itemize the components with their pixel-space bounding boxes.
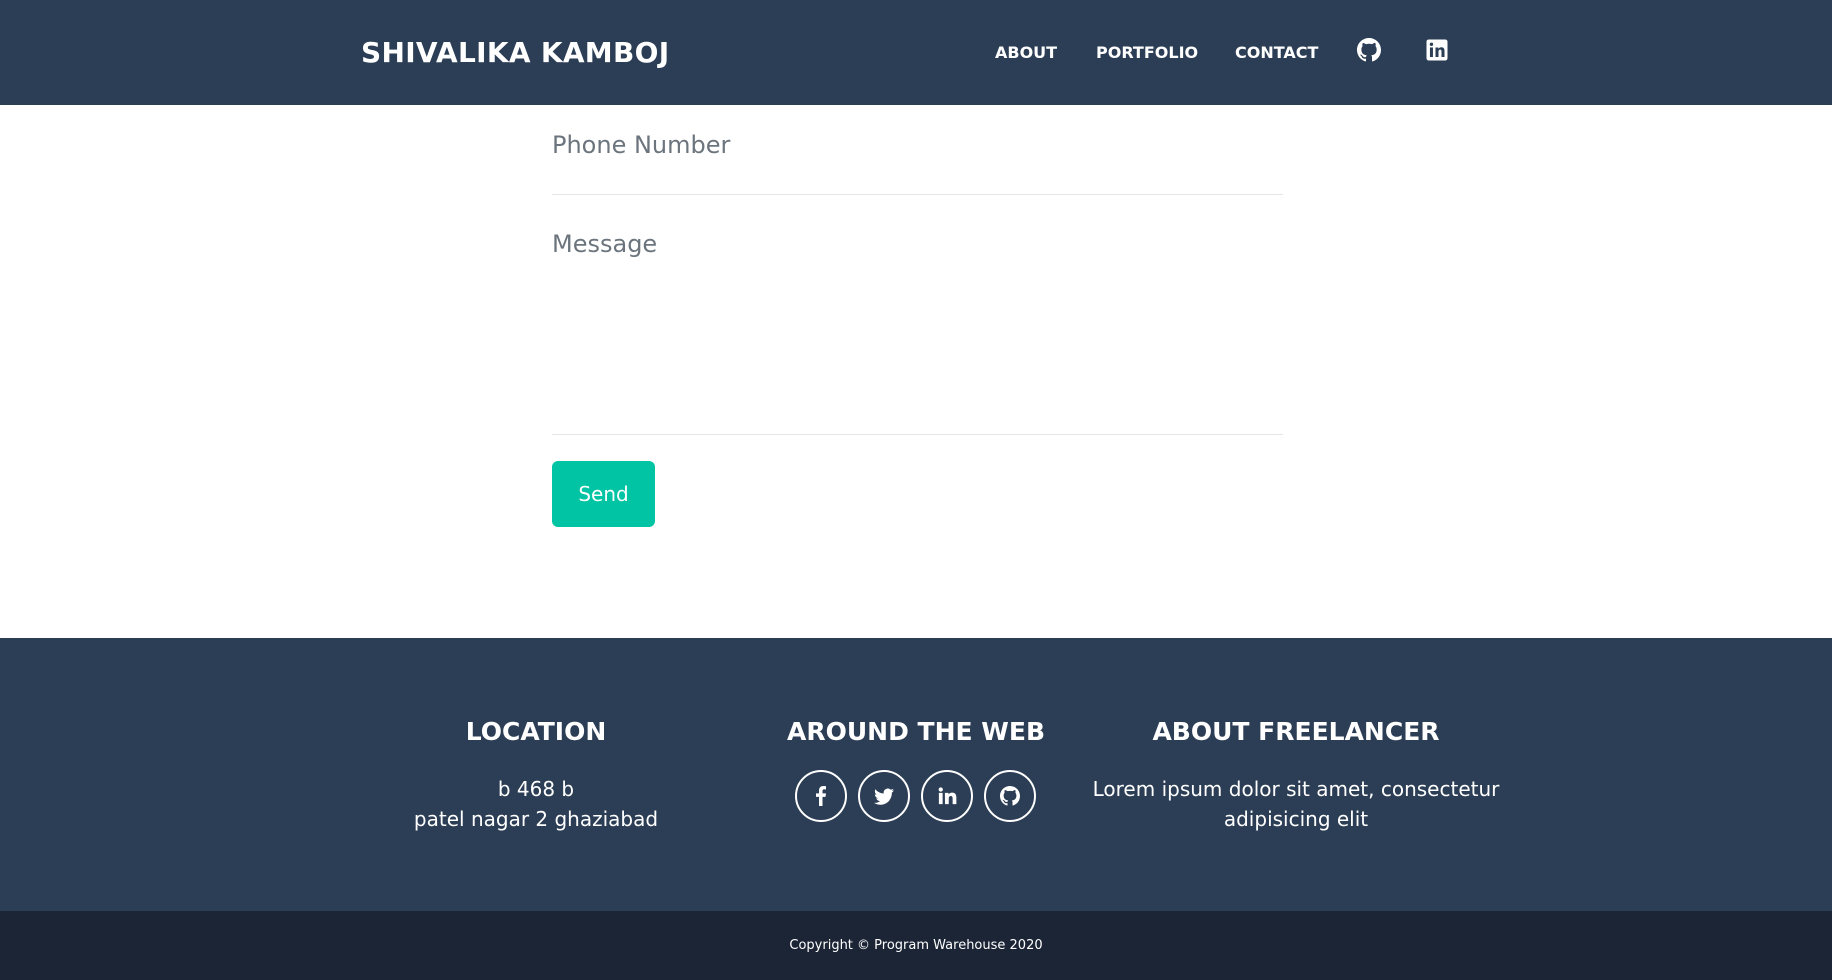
around-the-web-heading: AROUND THE WEB <box>787 717 1045 746</box>
phone-number-field[interactable]: Phone Number <box>552 130 730 160</box>
address-line-2: patel nagar 2 ghaziabad <box>413 807 659 831</box>
twitter-icon[interactable] <box>858 770 910 822</box>
phone-number-underline <box>552 194 1283 195</box>
about-line-1: Lorem ipsum dolor sit amet, consectetur <box>1092 777 1500 801</box>
brand-link[interactable]: SHIVALIKA KAMBOJ <box>361 36 669 70</box>
github-icon[interactable] <box>1357 38 1381 62</box>
nav-link-about[interactable]: ABOUT <box>995 43 1057 63</box>
nav-link-contact[interactable]: CONTACT <box>1235 43 1318 63</box>
github-icon[interactable] <box>984 770 1036 822</box>
nav-link-portfolio[interactable]: PORTFOLIO <box>1096 43 1198 63</box>
linkedin-icon[interactable] <box>1425 38 1449 62</box>
copyright-bar: Copyright © Program Warehouse 2020 <box>0 911 1832 980</box>
message-underline <box>552 434 1283 435</box>
send-button[interactable]: Send <box>552 461 655 527</box>
copyright-text: Copyright © Program Warehouse 2020 <box>789 938 1043 953</box>
message-field[interactable]: Message <box>552 229 657 259</box>
facebook-icon[interactable] <box>795 770 847 822</box>
linkedin-icon[interactable] <box>921 770 973 822</box>
location-heading: LOCATION <box>465 717 607 746</box>
location-address: b 468 b patel nagar 2 ghaziabad <box>414 774 658 834</box>
about-line-2: adipisicing elit <box>1223 807 1369 831</box>
footer: LOCATION b 468 b patel nagar 2 ghaziabad… <box>0 638 1832 911</box>
address-line-1: b 468 b <box>497 777 575 801</box>
about-freelancer-text: Lorem ipsum dolor sit amet, consectetur … <box>1093 774 1500 834</box>
about-freelancer-heading: ABOUT FREELANCER <box>1152 717 1440 746</box>
navbar: SHIVALIKA KAMBOJ ABOUT PORTFOLIO CONTACT <box>0 0 1832 105</box>
